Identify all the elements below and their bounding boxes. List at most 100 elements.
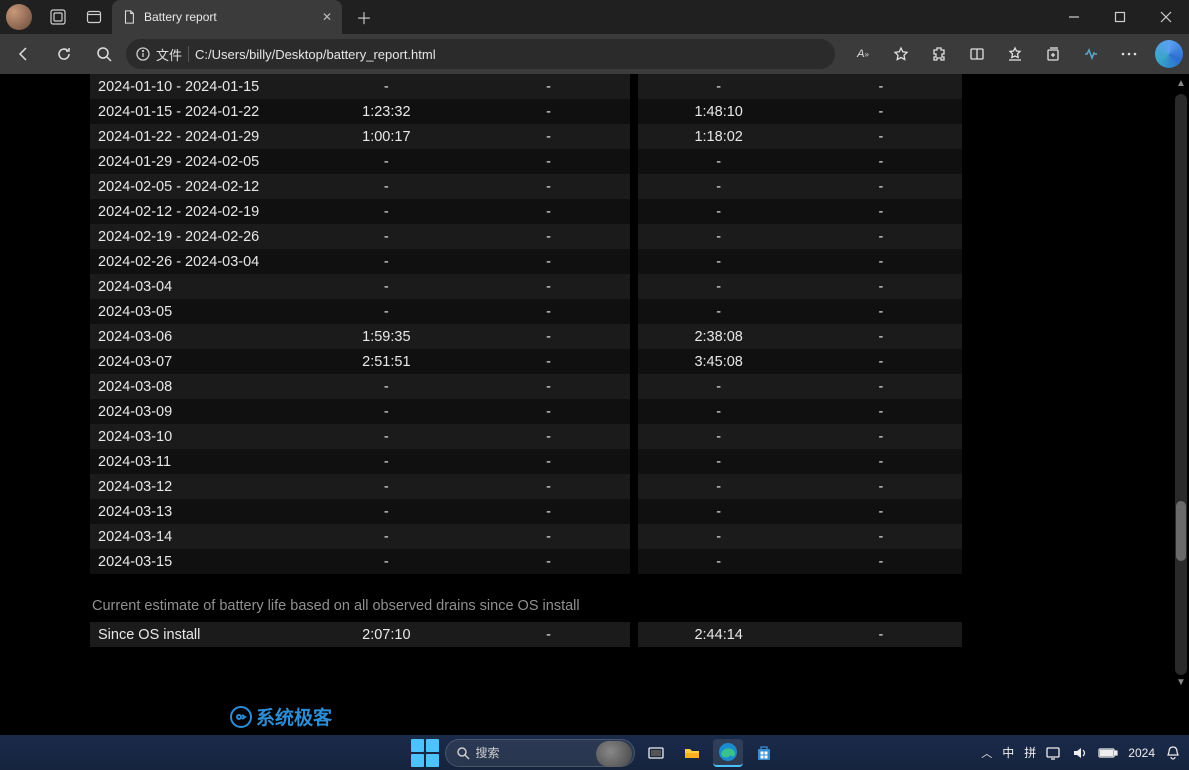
watermark-icon	[230, 706, 252, 728]
period-cell: 2024-03-12	[90, 474, 305, 499]
table-row: 2024-03-08----	[90, 374, 962, 399]
period-cell: 2024-03-14	[90, 524, 305, 549]
value-cell: -	[305, 424, 467, 449]
scrollbar-thumb[interactable]	[1176, 501, 1186, 561]
notifications-icon[interactable]	[1165, 745, 1181, 761]
period-cell: 2024-02-05 - 2024-02-12	[90, 174, 305, 199]
ime-language[interactable]: 中	[1002, 744, 1014, 761]
value-cell: 3:45:08	[638, 349, 800, 374]
summary-note: Current estimate of battery life based o…	[92, 598, 964, 614]
period-cell: 2024-01-10 - 2024-01-15	[90, 74, 305, 99]
edge-browser-icon[interactable]	[713, 739, 743, 767]
url-scheme-label: 文件	[156, 45, 182, 64]
value-cell: -	[638, 74, 800, 99]
tab-close-button[interactable]: ✕	[322, 10, 332, 24]
read-aloud-icon[interactable]: A»	[845, 38, 881, 70]
value-cell: -	[305, 224, 467, 249]
value-cell: -	[467, 299, 629, 324]
value-cell: -	[305, 399, 467, 424]
tray-chevron-icon[interactable]: ︿	[981, 745, 992, 761]
value-cell: -	[800, 99, 962, 124]
table-row: 2024-03-15----	[90, 549, 962, 574]
value-cell: -	[800, 149, 962, 174]
value-cell: -	[467, 224, 629, 249]
store-icon[interactable]	[749, 739, 779, 767]
period-cell: 2024-03-13	[90, 499, 305, 524]
period-cell: 2024-01-29 - 2024-02-05	[90, 149, 305, 174]
value-cell: -	[305, 499, 467, 524]
search-decoration	[596, 741, 632, 767]
scroll-down-arrow[interactable]: ▼	[1175, 677, 1187, 689]
ime-mode[interactable]: 拼	[1024, 744, 1036, 761]
value-cell: -	[800, 324, 962, 349]
value-cell: -	[467, 374, 629, 399]
value-cell: -	[467, 74, 629, 99]
table-row: 2024-01-15 - 2024-01-221:23:32-1:48:10-	[90, 99, 962, 124]
split-screen-icon[interactable]	[959, 38, 995, 70]
maximize-button[interactable]	[1097, 0, 1143, 34]
tray-clock-year[interactable]: 2024	[1128, 746, 1155, 760]
start-button[interactable]	[411, 739, 439, 767]
period-cell: 2024-03-15	[90, 549, 305, 574]
value-cell: -	[638, 449, 800, 474]
value-cell: -	[467, 474, 629, 499]
value-cell: -	[800, 449, 962, 474]
taskbar-search[interactable]: 搜索	[445, 739, 635, 767]
value-cell: -	[800, 474, 962, 499]
site-info-icon[interactable]	[136, 47, 150, 61]
favorite-star-icon[interactable]	[883, 38, 919, 70]
page-viewport: 2024-01-10 - 2024-01-15----2024-01-15 - …	[0, 74, 1189, 735]
watermark: 系统极客	[230, 703, 332, 730]
value-cell: -	[800, 224, 962, 249]
performance-icon[interactable]	[1073, 38, 1109, 70]
address-bar[interactable]: 文件 C:/Users/billy/Desktop/battery_report…	[126, 39, 835, 69]
close-window-button[interactable]	[1143, 0, 1189, 34]
favorites-list-icon[interactable]	[997, 38, 1033, 70]
extensions-icon[interactable]	[921, 38, 957, 70]
minimize-button[interactable]	[1051, 0, 1097, 34]
more-menu-button[interactable]	[1111, 38, 1147, 70]
toolbar: 文件 C:/Users/billy/Desktop/battery_report…	[0, 34, 1189, 74]
search-icon	[456, 746, 470, 760]
page-icon	[122, 10, 136, 24]
table-row: 2024-02-19 - 2024-02-26----	[90, 224, 962, 249]
task-view-icon[interactable]	[641, 739, 671, 767]
value-cell: -	[467, 249, 629, 274]
divider	[188, 46, 189, 62]
search-button[interactable]	[86, 38, 122, 70]
value-cell: -	[467, 149, 629, 174]
collections-icon[interactable]	[1035, 38, 1071, 70]
file-explorer-icon[interactable]	[677, 739, 707, 767]
tab-actions-icon[interactable]	[76, 0, 112, 34]
value-cell: -	[800, 399, 962, 424]
tab-title: Battery report	[144, 10, 217, 24]
value-cell: -	[467, 424, 629, 449]
refresh-button[interactable]	[46, 38, 82, 70]
volume-icon[interactable]	[1072, 746, 1088, 760]
period-cell: 2024-02-26 - 2024-03-04	[90, 249, 305, 274]
network-icon[interactable]	[1046, 746, 1062, 760]
browser-tab[interactable]: Battery report ✕	[112, 0, 342, 34]
period-cell: 2024-03-04	[90, 274, 305, 299]
period-cell: 2024-03-05	[90, 299, 305, 324]
table-row: 2024-01-10 - 2024-01-15----	[90, 74, 962, 99]
value-cell: -	[305, 249, 467, 274]
copilot-button[interactable]	[1155, 40, 1183, 68]
summary-table: Since OS install 2:07:10 - 2:44:14 -	[90, 622, 962, 647]
battery-icon[interactable]	[1098, 747, 1118, 759]
back-button[interactable]	[6, 38, 42, 70]
value-cell: -	[467, 324, 629, 349]
scroll-up-arrow[interactable]: ▲	[1175, 78, 1187, 90]
table-row: 2024-01-22 - 2024-01-291:00:17-1:18:02-	[90, 124, 962, 149]
period-cell: 2024-03-11	[90, 449, 305, 474]
value-cell: -	[638, 199, 800, 224]
workspaces-icon[interactable]	[40, 0, 76, 34]
profile-avatar[interactable]	[6, 4, 32, 30]
value-cell: -	[305, 74, 467, 99]
scrollbar[interactable]	[1175, 94, 1187, 675]
new-tab-button[interactable]: ＋	[348, 1, 380, 33]
value-cell: -	[800, 74, 962, 99]
value-cell: -	[800, 249, 962, 274]
value-cell: -	[467, 174, 629, 199]
period-cell: 2024-02-12 - 2024-02-19	[90, 199, 305, 224]
